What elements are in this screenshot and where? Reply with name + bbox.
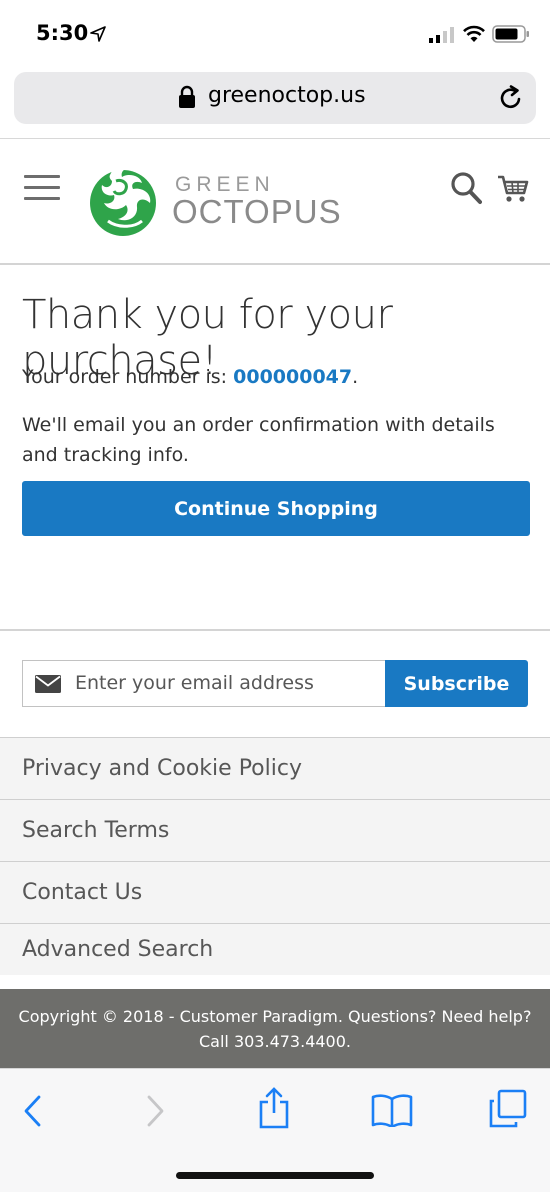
url-text: greenoctop.us (208, 83, 366, 108)
share-icon[interactable] (257, 1087, 291, 1129)
home-indicator[interactable] (176, 1172, 374, 1179)
copyright-phone: Call 303.473.4400. (198, 1032, 351, 1051)
copyright-text: Copyright © 2018 - Customer Paradigm. Qu… (18, 1007, 532, 1026)
email-placeholder: Enter your email address (75, 672, 314, 694)
order-number-line: Your order number is: 000000047. (22, 366, 358, 388)
logo-text-octopus: OCTOPUS (172, 193, 342, 230)
newsletter-email-input[interactable]: Enter your email address (22, 660, 386, 707)
order-number-suffix: . (352, 366, 359, 388)
order-number-link[interactable]: 000000047 (233, 366, 352, 388)
footer-link-search-terms[interactable]: Search Terms (0, 799, 550, 861)
cart-icon[interactable] (497, 173, 529, 205)
cellular-signal-icon (429, 27, 454, 43)
green-octopus-logo-icon[interactable] (86, 161, 160, 239)
newsletter-form: Enter your email address Subscribe (22, 660, 528, 707)
bookmarks-icon[interactable] (371, 1093, 413, 1127)
search-icon[interactable] (450, 171, 482, 205)
subscribe-button[interactable]: Subscribe (385, 660, 528, 707)
forward-icon (147, 1095, 164, 1127)
header-divider (0, 263, 550, 265)
site-header: GREEN OCTOPUS (0, 139, 550, 263)
footer-links: Privacy and Cookie Policy Search Terms C… (0, 737, 550, 975)
continue-shopping-button[interactable]: Continue Shopping (22, 481, 530, 536)
confirmation-note: We'll email you an order confirmation wi… (22, 414, 495, 466)
footer-link-privacy[interactable]: Privacy and Cookie Policy (0, 737, 550, 799)
location-arrow-icon (90, 26, 106, 42)
wifi-icon (463, 25, 485, 42)
footer-divider (0, 629, 550, 631)
address-bar[interactable]: greenoctop.us (14, 72, 536, 124)
back-icon[interactable] (20, 1093, 46, 1129)
status-time: 5:30 (36, 21, 89, 45)
copyright-bar: Copyright © 2018 - Customer Paradigm. Qu… (0, 989, 550, 1068)
envelope-icon (35, 675, 61, 693)
order-number-label: Your order number is: (22, 366, 234, 388)
status-bar: 5:30 (0, 0, 550, 66)
tabs-icon[interactable] (488, 1089, 528, 1129)
footer-link-advanced-search[interactable]: Advanced Search (0, 923, 550, 975)
battery-icon (492, 25, 529, 43)
reload-icon[interactable] (498, 85, 524, 111)
hamburger-menu-icon[interactable] (24, 175, 62, 205)
footer-link-contact-us[interactable]: Contact Us (0, 861, 550, 923)
lock-icon (179, 85, 195, 108)
